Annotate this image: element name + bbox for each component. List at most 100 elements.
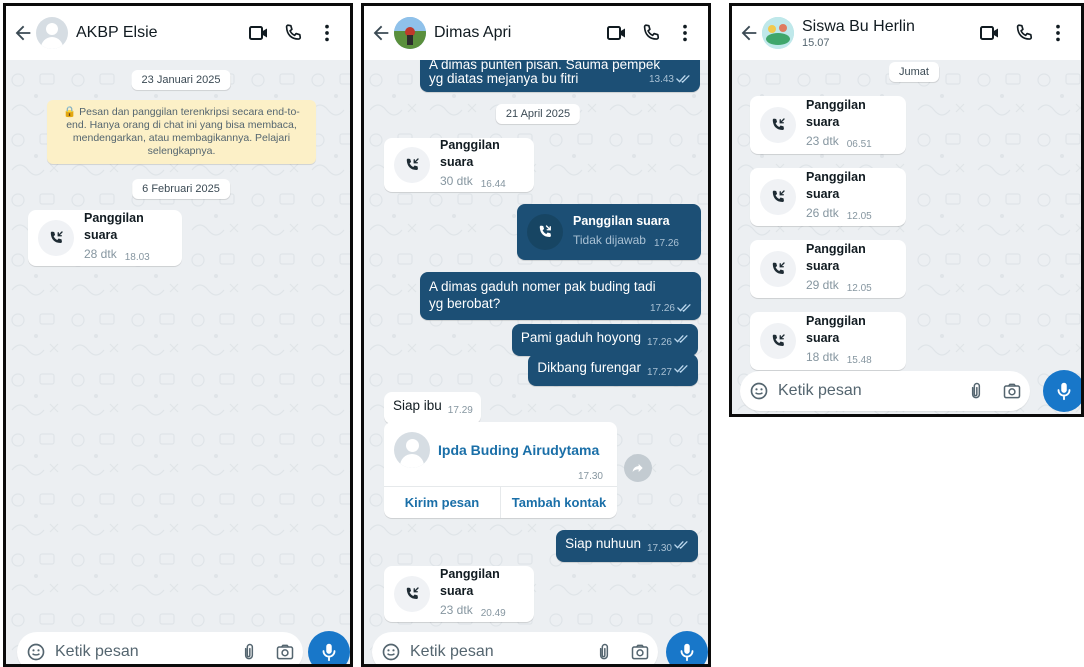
message-input[interactable] bbox=[55, 632, 231, 664]
call-title: Panggilan suara bbox=[806, 314, 866, 345]
voice-call-bubble[interactable]: Panggilan suara 18 dtk 15.48 bbox=[750, 312, 906, 370]
call-duration: 29 dtk 12.05 bbox=[806, 277, 896, 297]
avatar bbox=[394, 432, 430, 468]
contact-name: AKBP Elsie bbox=[76, 24, 158, 41]
voice-call-bubble[interactable]: Panggilan suara 30 dtk 16.44 bbox=[384, 138, 534, 192]
camera-button[interactable] bbox=[994, 371, 1030, 411]
header-actions bbox=[600, 6, 702, 60]
call-duration-text: 30 dtk bbox=[440, 174, 473, 188]
back-button[interactable] bbox=[736, 6, 762, 60]
message-time: 17.27 bbox=[646, 367, 672, 378]
voice-call-button[interactable] bbox=[1007, 6, 1041, 60]
video-call-button[interactable] bbox=[242, 6, 276, 60]
menu-button[interactable] bbox=[1041, 6, 1075, 60]
camera-icon bbox=[1002, 381, 1022, 401]
message-time: 17.26 bbox=[649, 303, 675, 314]
call-duration-text: 23 dtk bbox=[806, 134, 839, 148]
emoji-icon bbox=[749, 381, 769, 401]
camera-button[interactable] bbox=[267, 632, 303, 667]
avatar[interactable] bbox=[394, 17, 426, 49]
contact-card-header[interactable]: Ipda Buding Airudytama 17.30 bbox=[384, 422, 617, 486]
menu-button[interactable] bbox=[668, 6, 702, 60]
back-button[interactable] bbox=[368, 6, 394, 60]
back-button[interactable] bbox=[10, 6, 36, 60]
call-icon-circle bbox=[760, 107, 796, 143]
emoji-icon bbox=[26, 642, 46, 662]
outgoing-message[interactable]: A dimas gaduh nomer pak buding tadi yg b… bbox=[420, 272, 701, 320]
contact-info[interactable]: AKBP Elsie bbox=[76, 24, 158, 42]
forward-button[interactable] bbox=[624, 454, 652, 482]
header-actions bbox=[242, 6, 344, 60]
emoji-button[interactable] bbox=[740, 371, 778, 411]
menu-button[interactable] bbox=[310, 6, 344, 60]
outgoing-message[interactable]: Siap nuhuun 17.30 bbox=[556, 530, 698, 562]
emoji-button[interactable] bbox=[17, 632, 55, 667]
contact-subtitle: 15.07 bbox=[802, 36, 830, 49]
mic-button[interactable] bbox=[308, 631, 350, 664]
contact-name: Dimas Apri bbox=[434, 24, 512, 41]
encryption-notice[interactable]: 🔒 Pesan dan panggilan terenkripsi secara… bbox=[47, 100, 316, 164]
camera-icon bbox=[275, 642, 295, 662]
outgoing-message[interactable]: Dikbang furengar 17.27 bbox=[528, 354, 698, 386]
arrow-left-icon bbox=[738, 22, 760, 44]
voice-call-button[interactable] bbox=[634, 6, 668, 60]
attach-button[interactable] bbox=[231, 632, 267, 667]
call-title: Panggilan suara bbox=[440, 567, 500, 598]
kebab-menu-icon bbox=[674, 22, 696, 44]
video-call-button[interactable] bbox=[973, 6, 1007, 60]
mic-button[interactable] bbox=[666, 631, 708, 664]
send-message-button[interactable]: Kirim pesan bbox=[384, 487, 500, 518]
emoji-button[interactable] bbox=[372, 632, 410, 667]
video-camera-icon bbox=[978, 21, 1002, 45]
call-info: Panggilan suara 23 dtk 06.51 bbox=[806, 97, 896, 153]
incoming-message[interactable]: Siap ibu 17.29 bbox=[384, 392, 481, 424]
add-contact-button[interactable]: Tambah kontak bbox=[500, 487, 617, 518]
outgoing-message[interactable]: Pami gaduh hoyong 17.26 bbox=[511, 324, 698, 356]
voice-call-bubble[interactable]: Panggilan suara 29 dtk 12.05 bbox=[750, 240, 906, 298]
attach-button[interactable] bbox=[586, 632, 622, 667]
voice-call-bubble[interactable]: Panggilan suara 28 dtk 18.03 bbox=[28, 210, 182, 266]
date-chip: Jumat bbox=[889, 62, 939, 82]
message-composer bbox=[372, 632, 658, 667]
attach-button[interactable] bbox=[958, 371, 994, 411]
voice-call-bubble[interactable]: Panggilan suara 23 dtk 06.51 bbox=[750, 96, 906, 154]
contact-info[interactable]: Siswa Bu Herlin 15.07 bbox=[802, 18, 915, 49]
message-meta: 17.26 bbox=[650, 298, 693, 317]
chat-header: Siswa Bu Herlin 15.07 bbox=[732, 6, 1081, 60]
contact-info[interactable]: Dimas Apri bbox=[434, 24, 511, 42]
header-actions bbox=[973, 6, 1075, 60]
arrow-left-icon bbox=[370, 22, 392, 44]
microphone-icon bbox=[318, 641, 340, 663]
avatar[interactable] bbox=[36, 17, 68, 49]
voice-call-bubble[interactable]: Panggilan suara 26 dtk 12.05 bbox=[750, 168, 906, 226]
video-camera-icon bbox=[605, 21, 629, 45]
call-info: Panggilan suara 23 dtk 20.49 bbox=[440, 566, 524, 622]
shared-contact-card[interactable]: Ipda Buding Airudytama 17.30 Kirim pesan… bbox=[384, 422, 617, 518]
voice-call-bubble[interactable]: Panggilan suara 23 dtk 20.49 bbox=[384, 566, 534, 622]
shared-contact-name: Ipda Buding Airudytama bbox=[438, 442, 600, 458]
call-duration-text: 29 dtk bbox=[806, 278, 839, 292]
voice-call-button[interactable] bbox=[276, 6, 310, 60]
message-time: 12.05 bbox=[846, 283, 872, 294]
missed-call-bubble[interactable]: Panggilan suara Tidak dijawab 17.26 bbox=[517, 204, 701, 260]
avatar[interactable] bbox=[762, 17, 794, 49]
message-meta: 13.43 bbox=[649, 69, 692, 88]
phone-icon bbox=[640, 22, 662, 44]
message-time: 16.44 bbox=[480, 179, 506, 190]
call-title: Panggilan suara bbox=[84, 211, 144, 242]
call-info: Panggilan suara Tidak dijawab 17.26 bbox=[573, 213, 679, 252]
message-time: 17.30 bbox=[646, 543, 672, 554]
call-duration: 18 dtk 15.48 bbox=[806, 349, 896, 369]
message-input[interactable] bbox=[410, 632, 586, 664]
incoming-call-icon bbox=[769, 188, 787, 206]
message-time: 13.43 bbox=[648, 74, 674, 85]
message-time: 18.03 bbox=[124, 252, 150, 263]
message-input[interactable] bbox=[778, 371, 958, 411]
date-chip: 23 Januari 2025 bbox=[131, 70, 231, 90]
camera-button[interactable] bbox=[622, 632, 658, 667]
video-call-button[interactable] bbox=[600, 6, 634, 60]
mic-button[interactable] bbox=[1043, 370, 1081, 412]
phone-icon bbox=[1013, 22, 1035, 44]
date-chip: 6 Februari 2025 bbox=[132, 179, 230, 199]
read-ticks-icon bbox=[674, 364, 690, 373]
